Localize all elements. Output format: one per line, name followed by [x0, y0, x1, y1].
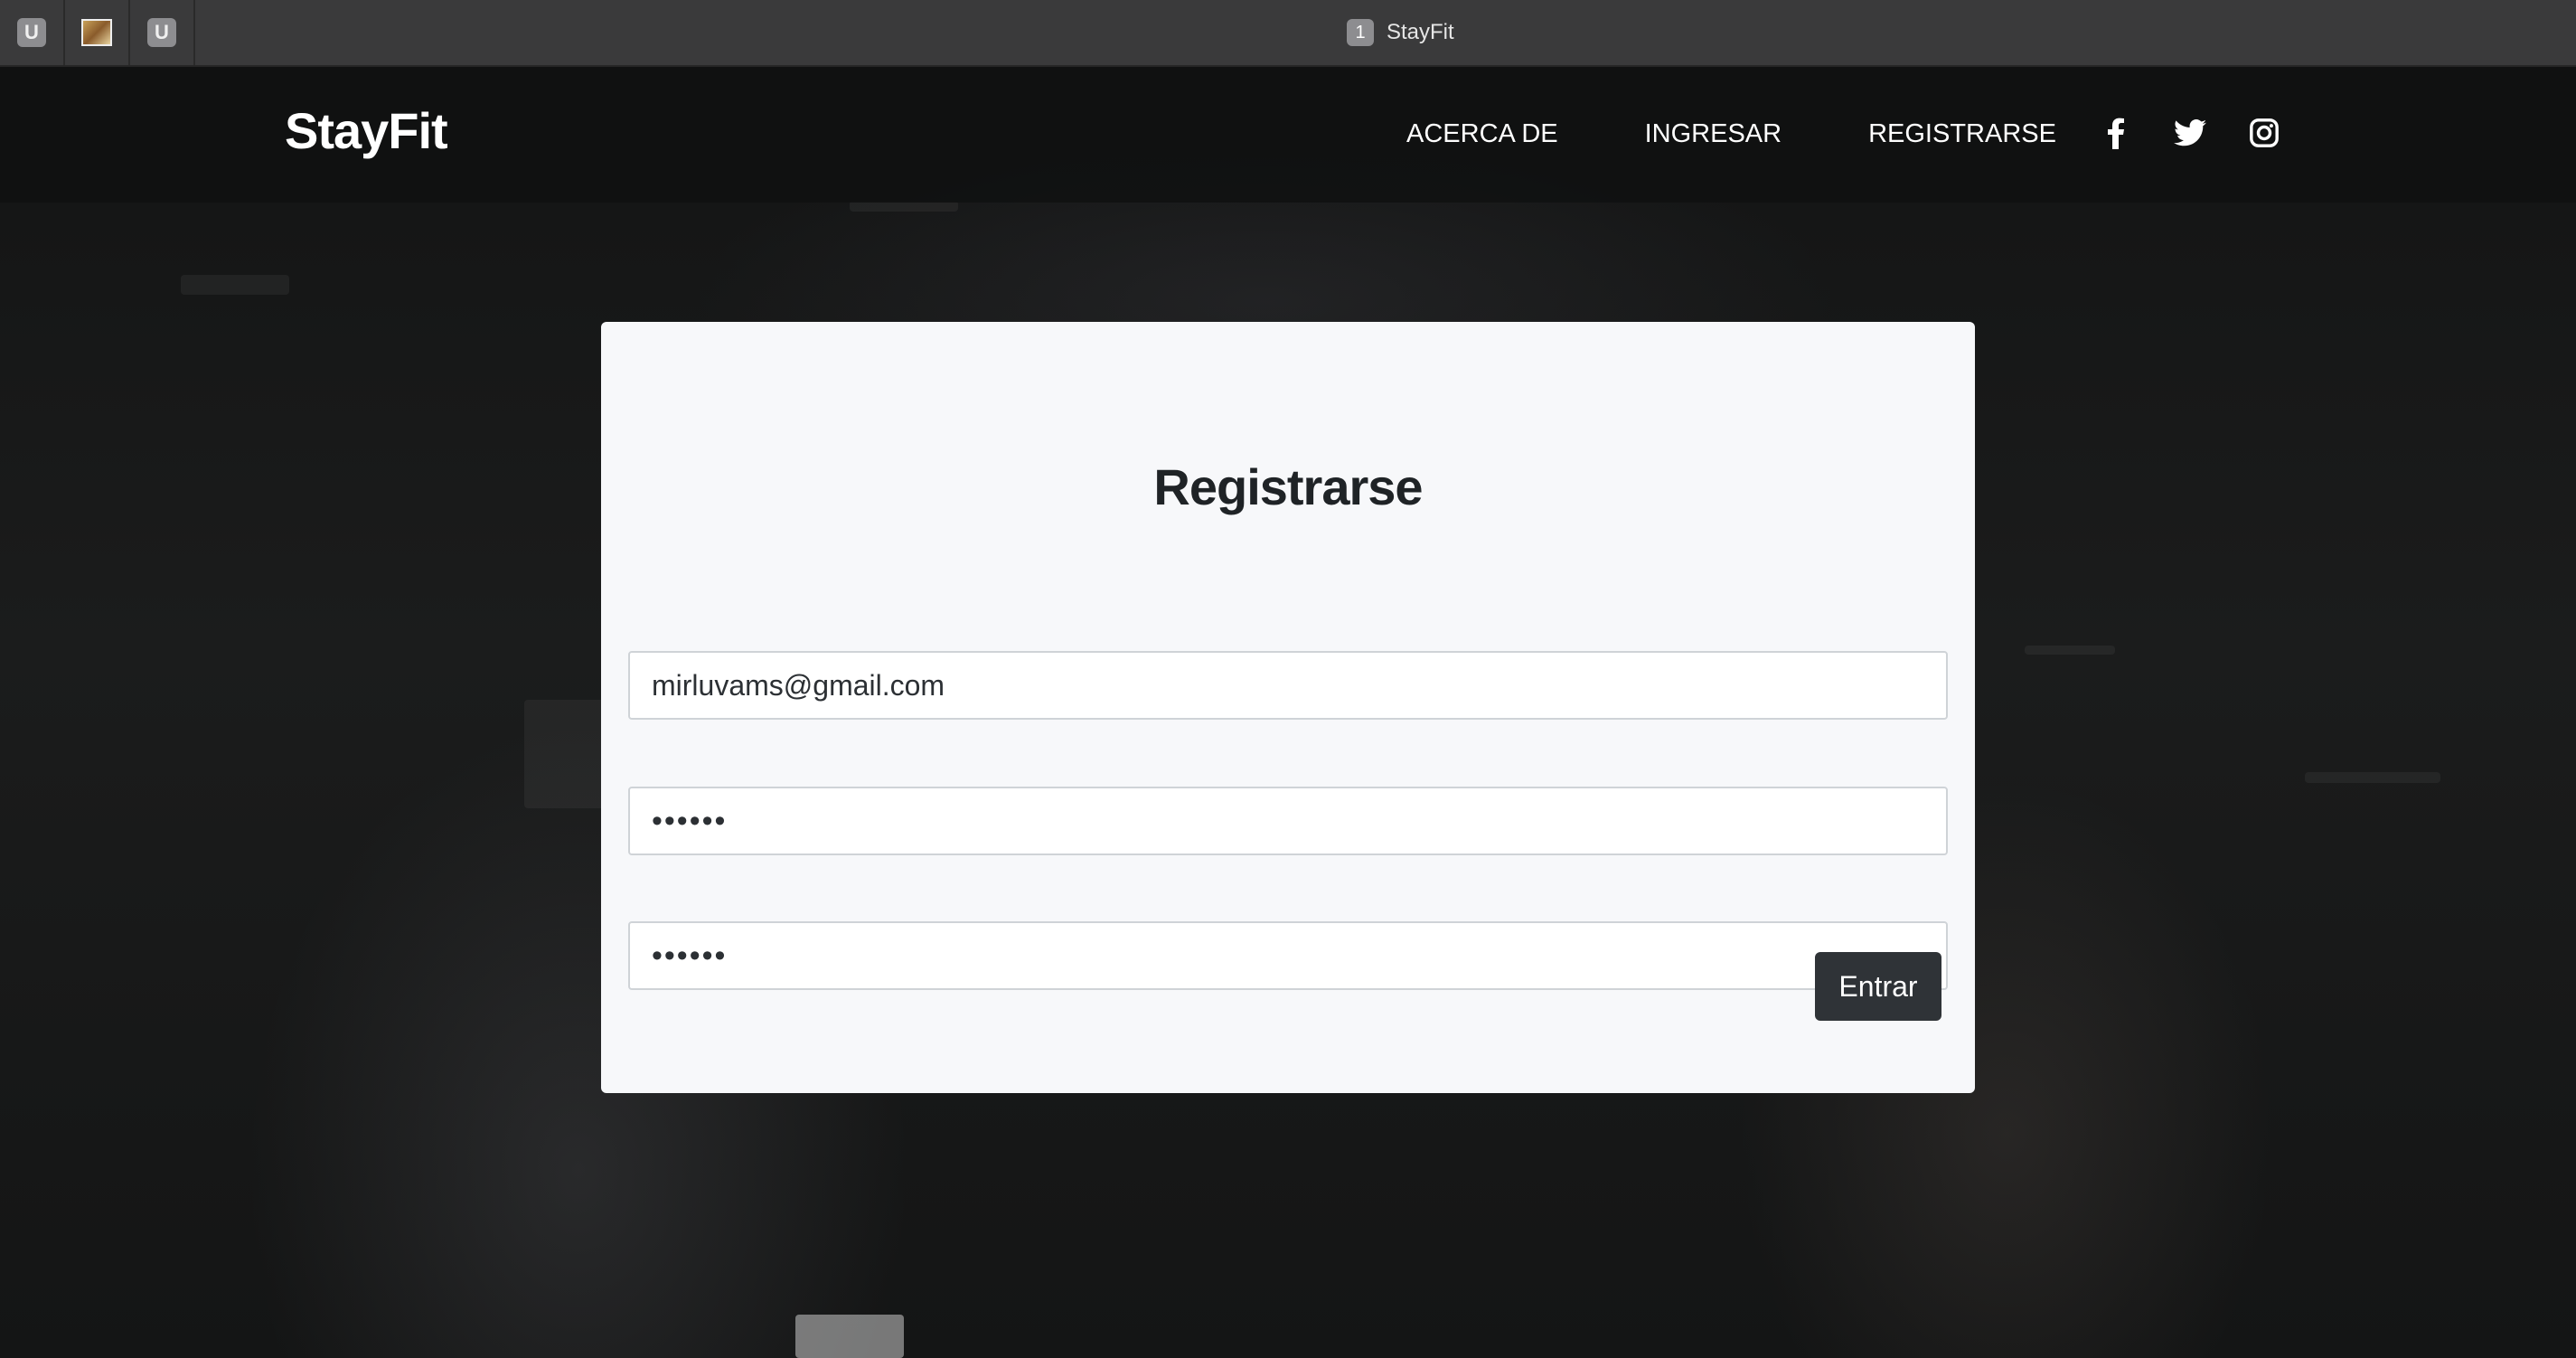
- background-image: [2025, 646, 2115, 655]
- window-title-text: StayFit: [1387, 20, 1454, 44]
- navbar: StayFit ACERCA DE INGRESAR REGISTRARSE: [0, 67, 2576, 203]
- pinned-tabs: U U: [0, 0, 195, 65]
- twitter-icon[interactable]: [2173, 116, 2207, 150]
- background-image: [795, 1315, 904, 1358]
- email-field[interactable]: [628, 651, 1948, 720]
- window-number-badge: 1: [1347, 19, 1374, 46]
- u-favicon-icon: U: [147, 18, 176, 47]
- image-favicon-icon: [81, 19, 112, 46]
- window-title: 1 StayFit: [1347, 0, 1454, 65]
- nav-link-registrarse[interactable]: REGISTRARSE: [1868, 119, 2056, 149]
- browser-title-bar: U U 1 StayFit: [0, 0, 2576, 67]
- social-links: [2099, 116, 2281, 150]
- nav-link-ingresar[interactable]: INGRESAR: [1645, 119, 1782, 149]
- nav-links: ACERCA DE INGRESAR REGISTRARSE: [1406, 119, 2056, 149]
- pinned-tab-3[interactable]: U: [130, 0, 195, 65]
- page-content: StayFit ACERCA DE INGRESAR REGISTRARSE R…: [0, 67, 2576, 1358]
- confirm-password-field[interactable]: [628, 921, 1948, 990]
- register-card: Registrarse Entrar: [601, 322, 1975, 1093]
- brand-logo[interactable]: StayFit: [285, 101, 448, 160]
- instagram-icon[interactable]: [2247, 116, 2281, 150]
- submit-button[interactable]: Entrar: [1815, 952, 1941, 1021]
- pinned-tab-2[interactable]: [65, 0, 130, 65]
- u-favicon-icon: U: [17, 18, 46, 47]
- nav-link-acerca-de[interactable]: ACERCA DE: [1406, 119, 1558, 149]
- password-field[interactable]: [628, 787, 1948, 855]
- background-image: [2305, 772, 2440, 783]
- facebook-icon[interactable]: [2099, 116, 2133, 150]
- background-image: [181, 275, 289, 295]
- page-title: Registrarse: [1153, 458, 1423, 515]
- pinned-tab-1[interactable]: U: [0, 0, 65, 65]
